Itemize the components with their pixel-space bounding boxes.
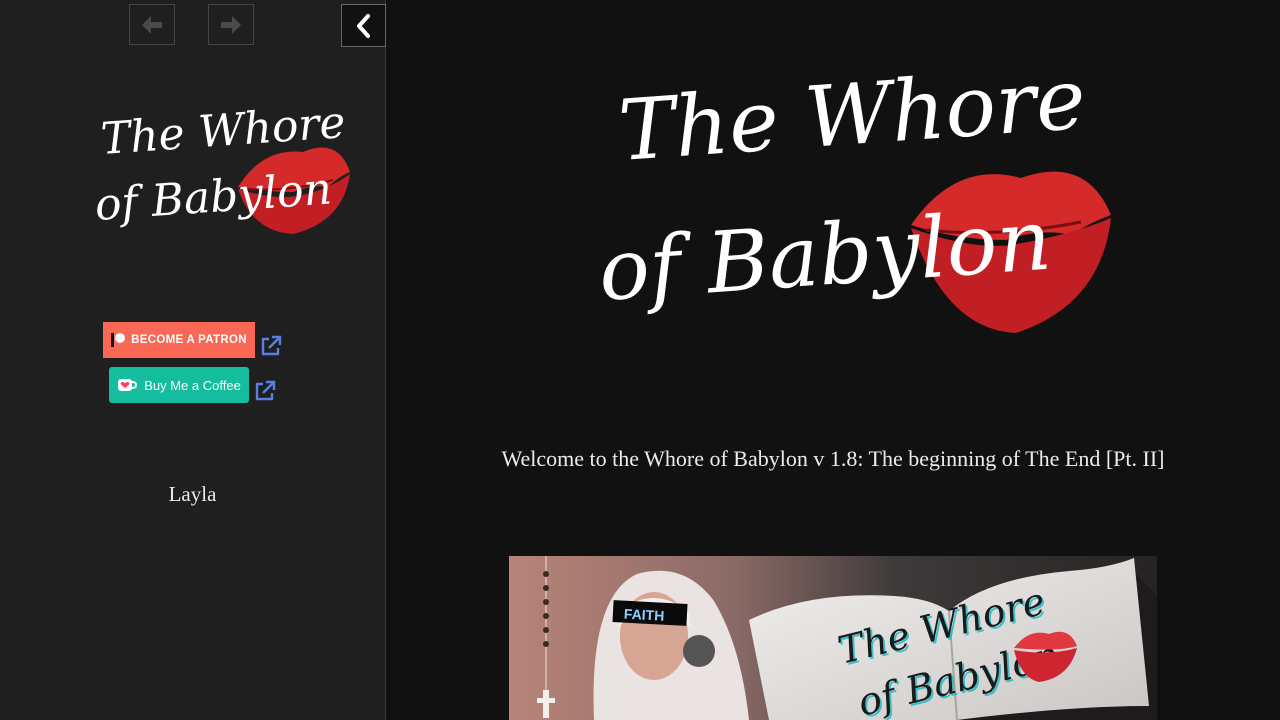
cover-image: FAITH The Whore The Whore of Babylon of … bbox=[509, 556, 1157, 720]
patron-label: BECOME A PATRON bbox=[131, 334, 247, 346]
patron-row: BECOME A PATRON bbox=[103, 322, 283, 358]
author-name: Layla bbox=[168, 482, 217, 506]
external-link-icon[interactable] bbox=[253, 379, 277, 403]
sidebar-logo: The Whore of Babylon bbox=[93, 97, 350, 234]
main-logo-line1: The Whore bbox=[616, 50, 1089, 180]
welcome-heading: Welcome to the Whore of Babylon v 1.8: T… bbox=[501, 446, 1165, 471]
faith-badge: FAITH bbox=[624, 606, 665, 624]
patreon-logo-icon bbox=[111, 333, 126, 347]
main-logo: The Whore of Babylon bbox=[601, 50, 1111, 333]
back-button[interactable] bbox=[129, 4, 175, 45]
collapse-sidebar-button[interactable] bbox=[341, 4, 386, 47]
forward-button[interactable] bbox=[208, 4, 254, 45]
become-patron-button[interactable]: BECOME A PATRON bbox=[103, 322, 255, 358]
external-link-icon[interactable] bbox=[259, 334, 283, 358]
chevron-left-icon bbox=[356, 13, 370, 38]
coffee-row: Buy Me a Coffee bbox=[109, 367, 277, 403]
sidebar: The Whore of Babylon BECOME A PATRON Buy… bbox=[0, 0, 386, 720]
main-content: The Whore of Babylon Welcome to the Whor… bbox=[386, 0, 1280, 720]
buy-me-a-coffee-button[interactable]: Buy Me a Coffee bbox=[109, 367, 249, 403]
arrow-right-icon bbox=[221, 15, 241, 34]
arrow-left-icon bbox=[142, 15, 162, 34]
coffee-cup-icon bbox=[118, 379, 138, 391]
coffee-label: Buy Me a Coffee bbox=[144, 377, 241, 393]
